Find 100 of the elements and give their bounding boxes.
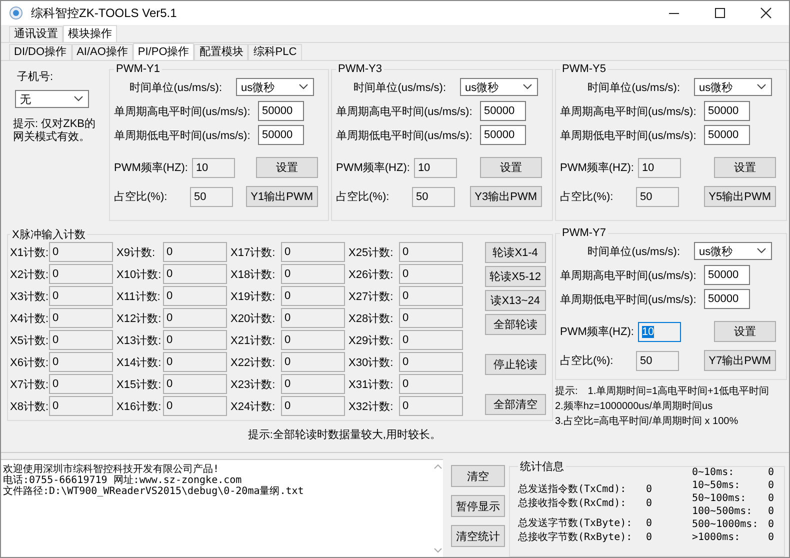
input-field[interactable]: 50: [636, 350, 679, 370]
button[interactable]: Y7输出PWM: [704, 350, 776, 371]
chevron-icon[interactable]: [74, 96, 83, 102]
input-field[interactable]: 0: [48, 330, 113, 350]
input-field[interactable]: 0: [48, 264, 113, 284]
button[interactable]: 清空: [451, 465, 505, 487]
input-field[interactable]: 50000: [258, 125, 304, 145]
stat-value: 0: [646, 498, 652, 508]
input-field[interactable]: 0: [280, 330, 345, 350]
button[interactable]: 轮读X5-12: [484, 266, 546, 287]
log-line: 欢迎使用深圳市综科智控科技开发有限公司产品!: [3, 464, 220, 475]
button[interactable]: 设置: [256, 157, 318, 178]
input-field[interactable]: 0: [48, 396, 113, 416]
tab[interactable]: 配置模块: [194, 44, 248, 60]
field-label: X15计数:: [116, 378, 162, 392]
dropdown[interactable]: us微秒: [694, 78, 772, 96]
button[interactable]: 轮读X1-4: [484, 242, 546, 263]
field-label: X4计数:: [10, 312, 49, 326]
input-field[interactable]: 0: [398, 396, 463, 416]
input-field[interactable]: 10: [638, 158, 681, 178]
input-field[interactable]: 50: [190, 186, 233, 206]
chevron-icon[interactable]: [757, 84, 766, 90]
button[interactable]: 设置: [480, 157, 542, 178]
input-field[interactable]: 0: [48, 286, 113, 306]
tab[interactable]: 综科PLC: [248, 44, 302, 60]
input-field[interactable]: 0: [48, 308, 113, 328]
input-field[interactable]: 10: [192, 158, 235, 178]
input-field[interactable]: 0: [398, 352, 463, 372]
input-field[interactable]: 0: [398, 264, 463, 284]
input-field[interactable]: 0: [48, 374, 113, 394]
window-title: 综科智控ZK-TOOLS Ver5.1: [31, 4, 177, 22]
stat-value: 0: [646, 484, 652, 494]
stat-value: 0: [646, 518, 652, 528]
button[interactable]: 设置: [714, 157, 776, 178]
field-label: X5计数:: [10, 334, 49, 348]
input-field[interactable]: 50000: [480, 125, 526, 145]
tab[interactable]: AI/AO操作: [72, 44, 133, 60]
input-field[interactable]: 50: [636, 186, 679, 206]
input-field[interactable]: 0: [162, 242, 227, 262]
input-field[interactable]: 0: [280, 242, 345, 262]
field-label: X7计数:: [10, 378, 49, 392]
input-field[interactable]: 0: [162, 286, 227, 306]
field-label: PWM频率(HZ):: [560, 324, 634, 339]
input-field[interactable]: 0: [398, 330, 463, 350]
button[interactable]: Y5输出PWM: [704, 186, 776, 207]
input-field[interactable]: 0: [162, 308, 227, 328]
input-field[interactable]: 0: [398, 374, 463, 394]
tab[interactable]: 通讯设置: [9, 26, 63, 42]
button[interactable]: 全部轮读: [484, 314, 546, 335]
button[interactable]: 读X13~24: [484, 290, 546, 311]
input-field[interactable]: 0: [280, 352, 345, 372]
dropdown[interactable]: us微秒: [694, 242, 772, 260]
input-field[interactable]: 50000: [704, 101, 750, 121]
field-label: X12计数:: [116, 312, 162, 326]
button[interactable]: Y3输出PWM: [470, 186, 542, 207]
button[interactable]: 全部清空: [484, 394, 546, 415]
input-field[interactable]: 50000: [704, 125, 750, 145]
field-label: X8计数:: [10, 400, 49, 414]
input-field[interactable]: 50000: [258, 101, 304, 121]
input-field[interactable]: 0: [48, 242, 113, 262]
button[interactable]: 清空统计: [451, 525, 505, 547]
input-field[interactable]: 50000: [704, 289, 750, 309]
input-field[interactable]: 0: [162, 352, 227, 372]
field-label: X24计数:: [230, 400, 276, 414]
tab[interactable]: PI/PO操作: [132, 43, 194, 60]
tab[interactable]: DI/DO操作: [9, 44, 72, 60]
button[interactable]: Y1输出PWM: [246, 186, 318, 207]
input-field[interactable]: 0: [280, 396, 345, 416]
dropdown[interactable]: us微秒: [460, 78, 538, 96]
button[interactable]: 停止轮读: [484, 354, 546, 375]
chevron-icon[interactable]: [757, 248, 766, 254]
input-field[interactable]: 50: [412, 186, 455, 206]
input-field[interactable]: 50000: [480, 101, 526, 121]
input-field[interactable]: 10: [638, 322, 681, 342]
input-field[interactable]: 50000: [704, 265, 750, 285]
input-field[interactable]: 0: [398, 308, 463, 328]
stat-value: 0: [768, 519, 774, 530]
input-field[interactable]: 0: [162, 396, 227, 416]
input-field[interactable]: 0: [398, 242, 463, 262]
input-field[interactable]: 0: [398, 286, 463, 306]
chevron-icon[interactable]: [299, 84, 308, 90]
field-label: 占空比(%):: [114, 190, 168, 204]
input-field[interactable]: 0: [162, 330, 227, 350]
button[interactable]: 设置: [714, 321, 776, 342]
tab[interactable]: 模块操作: [63, 25, 117, 42]
stat-value: 0: [768, 532, 774, 543]
input-field[interactable]: 0: [280, 264, 345, 284]
input-field[interactable]: 0: [280, 286, 345, 306]
button[interactable]: 暂停显示: [451, 495, 505, 517]
input-field[interactable]: 0: [162, 264, 227, 284]
field-label: 时间单位(us/ms/s):: [588, 80, 680, 94]
input-field[interactable]: 10: [414, 158, 457, 178]
field-label: 单周期低电平时间(us/ms/s):: [114, 128, 252, 142]
input-field[interactable]: 0: [162, 374, 227, 394]
input-field[interactable]: 0: [280, 374, 345, 394]
input-field[interactable]: 0: [48, 352, 113, 372]
dropdown[interactable]: us微秒: [236, 78, 314, 96]
input-field[interactable]: 0: [280, 308, 345, 328]
chevron-icon[interactable]: [523, 84, 532, 90]
dropdown[interactable]: 无: [15, 90, 89, 108]
